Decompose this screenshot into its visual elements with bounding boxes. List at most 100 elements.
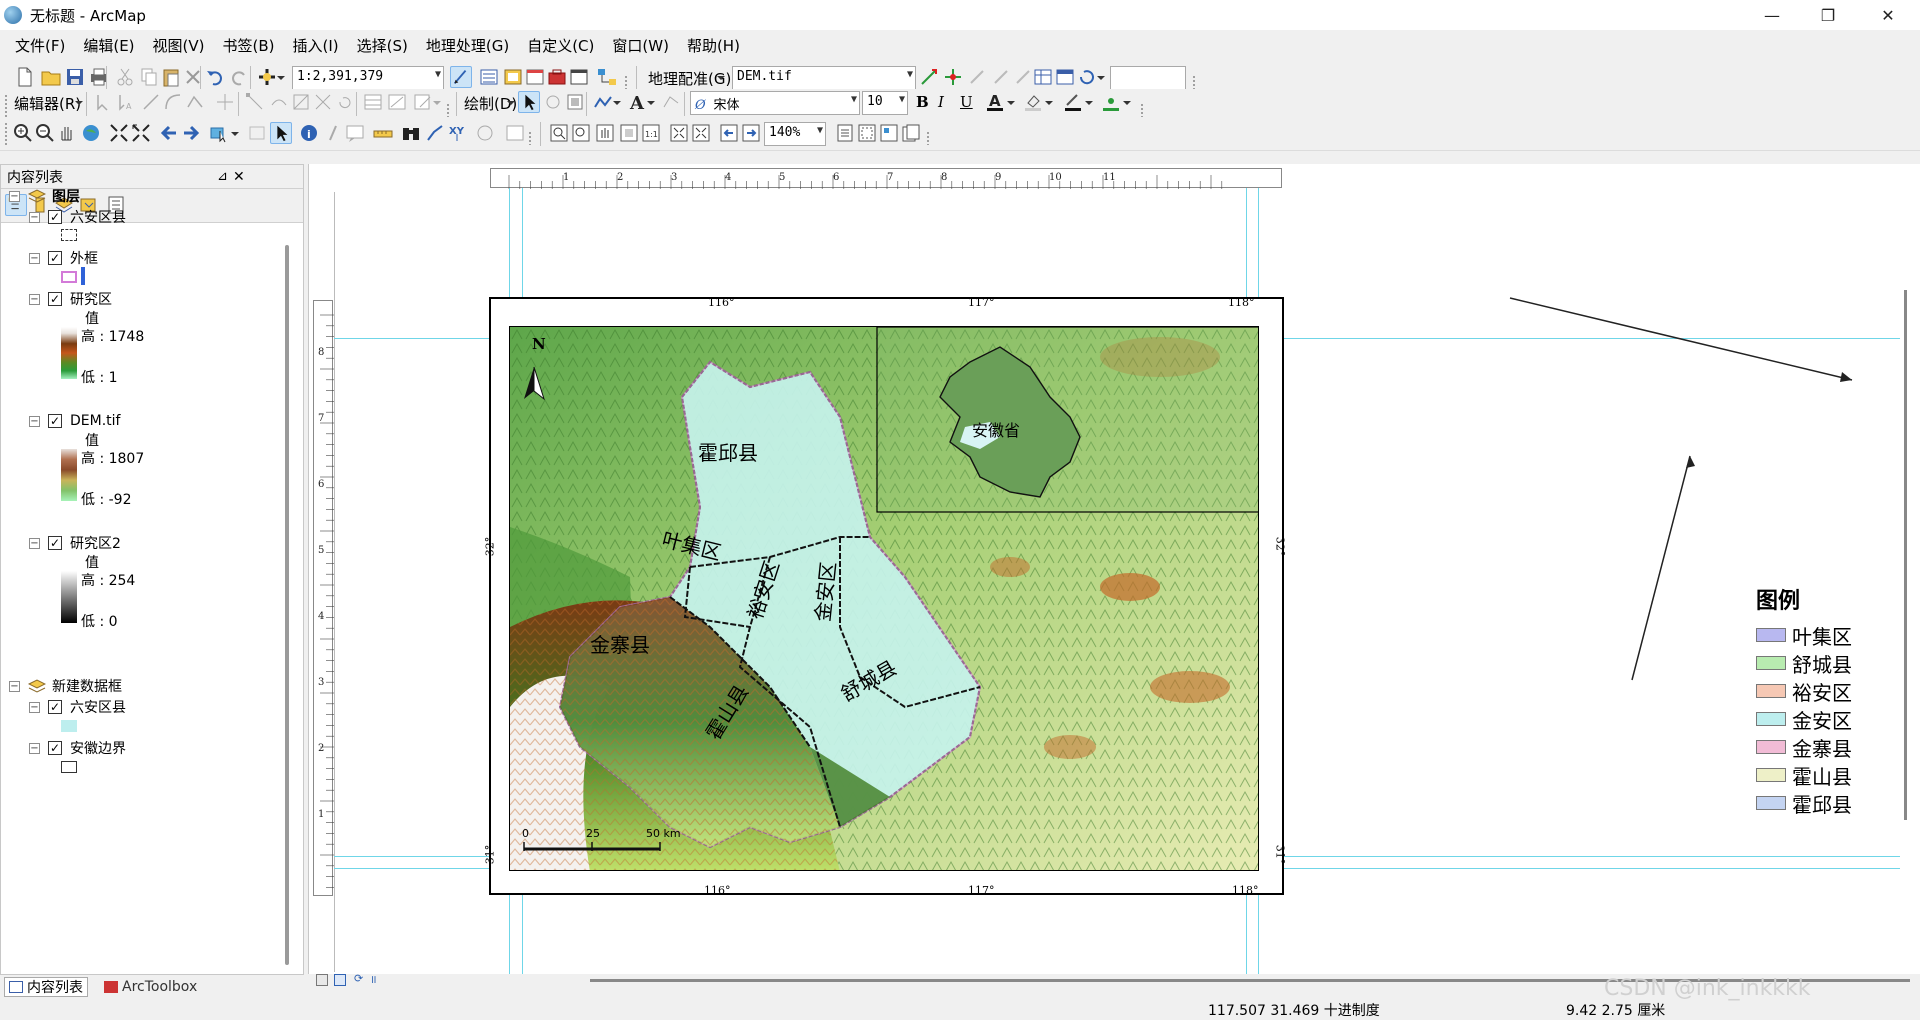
close-button[interactable]: ✕ [1860, 0, 1916, 30]
cut-polygons-icon[interactable] [290, 91, 312, 113]
collapse-icon[interactable]: − [29, 701, 40, 713]
copy-icon[interactable] [138, 66, 160, 88]
toc-scrollbar[interactable] [285, 245, 289, 965]
fixed-zoom-in-layout-icon[interactable] [668, 122, 690, 144]
viewer-icon[interactable] [1054, 66, 1076, 88]
model-builder-icon[interactable] [596, 66, 618, 88]
collapse-icon[interactable]: − [29, 742, 40, 754]
rotate-view-icon[interactable] [1076, 66, 1098, 88]
menu-insert[interactable]: 插入(I) [284, 35, 348, 56]
edit-tool-icon[interactable] [92, 91, 114, 113]
save-icon[interactable] [64, 66, 86, 88]
editor-dropdown-icon[interactable] [74, 91, 84, 113]
line-dropdown-icon[interactable] [1084, 91, 1094, 113]
collapse-icon[interactable]: − [29, 211, 40, 223]
editor-menu[interactable]: 编辑器(R) [14, 93, 81, 114]
table-of-contents-icon[interactable] [478, 66, 500, 88]
marker-color-icon[interactable] [1100, 91, 1122, 113]
html-popup-icon[interactable] [344, 122, 366, 144]
menu-edit[interactable]: 编辑(E) [74, 35, 143, 56]
layer-visibility-checkbox[interactable]: ✓ [48, 251, 62, 265]
layout-view-icon[interactable] [334, 974, 346, 986]
layer-visibility-checkbox[interactable]: ✓ [48, 536, 62, 550]
layer-row[interactable]: − ✓ 六安区县 [29, 206, 126, 228]
draw-dropdown-icon[interactable] [506, 91, 516, 113]
fill-dropdown-icon[interactable] [1044, 91, 1054, 113]
sketch-properties-icon[interactable] [386, 91, 408, 113]
fixed-zoom-out-layout-icon[interactable] [690, 122, 712, 144]
collapse-icon[interactable]: − [9, 680, 20, 692]
split-icon[interactable] [312, 91, 334, 113]
layer-row[interactable]: − ✓ 研究区2 [29, 532, 121, 554]
pin-icon[interactable]: ⊿ [217, 169, 228, 184]
minimize-button[interactable]: — [1744, 0, 1800, 30]
collapse-icon[interactable]: − [29, 252, 40, 264]
add-data-dropdown-icon[interactable] [276, 66, 286, 88]
menu-bookmarks[interactable]: 书签(B) [214, 35, 284, 56]
cut-icon[interactable] [114, 66, 136, 88]
font-color-dropdown-icon[interactable] [1006, 91, 1016, 113]
font-size-select[interactable]: 10 ▼ [862, 91, 908, 115]
data-frame-new[interactable]: − 新建数据框 [9, 675, 122, 697]
menu-geoprocessing[interactable]: 地理处理(G) [417, 35, 518, 56]
font-color-icon[interactable]: A [984, 91, 1006, 113]
refresh-icon[interactable]: ⟳ [354, 972, 363, 985]
layout-zoom-select[interactable]: 140% ▼ [764, 122, 826, 146]
select-elements-icon[interactable] [518, 91, 540, 113]
end-point-arc-icon[interactable] [162, 91, 184, 113]
go-to-xy-icon[interactable]: XY [446, 122, 468, 144]
vertical-scrollbar[interactable] [1904, 290, 1907, 820]
pan-icon[interactable] [56, 122, 78, 144]
edit-vertices-draw-icon[interactable] [660, 91, 682, 113]
auto-adjust-icon[interactable] [942, 66, 964, 88]
paste-icon[interactable] [160, 66, 182, 88]
undo-icon[interactable] [204, 66, 226, 88]
hyperlink-icon[interactable] [322, 122, 344, 144]
collapse-icon[interactable]: − [29, 293, 40, 305]
straight-segment-icon[interactable] [140, 91, 162, 113]
add-data-icon[interactable] [256, 66, 278, 88]
layer-visibility-checkbox[interactable]: ✓ [48, 414, 62, 428]
menu-windows[interactable]: 窗口(W) [603, 35, 678, 56]
tab-arctoolbox[interactable]: ArcToolbox [100, 977, 201, 997]
view-link-table-icon[interactable] [1032, 66, 1054, 88]
find-icon[interactable] [400, 122, 422, 144]
layout-back-icon[interactable] [718, 122, 740, 144]
edit-vertices-icon[interactable] [244, 91, 266, 113]
text-dropdown-icon[interactable] [646, 91, 656, 113]
point-icon[interactable] [214, 91, 236, 113]
layout-zoom-in-icon[interactable] [548, 122, 570, 144]
full-extent-icon[interactable] [80, 122, 102, 144]
open-folder-icon[interactable] [40, 66, 62, 88]
marker-dropdown-icon[interactable] [1122, 91, 1132, 113]
georef-layer-select[interactable]: DEM.tif ▼ [732, 66, 916, 90]
add-control-points-icon[interactable] [918, 66, 940, 88]
collapse-icon[interactable]: − [9, 190, 20, 202]
underline-button[interactable]: U [960, 93, 973, 111]
shape-dropdown-icon[interactable] [612, 91, 622, 113]
trace-icon[interactable] [184, 91, 206, 113]
layout-forward-icon[interactable] [740, 122, 762, 144]
find-route-icon[interactable] [424, 122, 446, 144]
maximize-button[interactable]: ❐ [1800, 0, 1856, 30]
layout-zoom-out-icon[interactable] [570, 122, 592, 144]
bold-button[interactable]: B [916, 93, 929, 111]
swipe-icon[interactable] [504, 122, 526, 144]
font-name-select[interactable]: Ø 宋体 ▼ [690, 91, 860, 115]
layer-row[interactable]: − ✓ 外框 [29, 247, 98, 269]
data-frame-layers[interactable]: − 图层 [9, 185, 80, 207]
edit-annotation-icon[interactable]: A [114, 91, 136, 113]
toc-close-button[interactable]: ✕ [233, 169, 245, 185]
search-window-icon[interactable] [524, 66, 546, 88]
data-view-icon[interactable] [316, 974, 328, 986]
measure-icon[interactable] [372, 122, 394, 144]
focus-data-frame-icon[interactable] [856, 122, 878, 144]
menu-customize[interactable]: 自定义(C) [518, 35, 603, 56]
layer-row[interactable]: − ✓ 六安区县 [29, 696, 126, 718]
select-features-icon[interactable] [208, 122, 230, 144]
map-scale-select[interactable]: 1:2,391,379 ▼ [292, 66, 444, 90]
toggle-draft-mode-icon[interactable] [834, 122, 856, 144]
new-text-icon[interactable]: A [626, 91, 648, 113]
select-dropdown-icon[interactable] [230, 122, 240, 144]
menu-help[interactable]: 帮助(H) [678, 35, 749, 56]
